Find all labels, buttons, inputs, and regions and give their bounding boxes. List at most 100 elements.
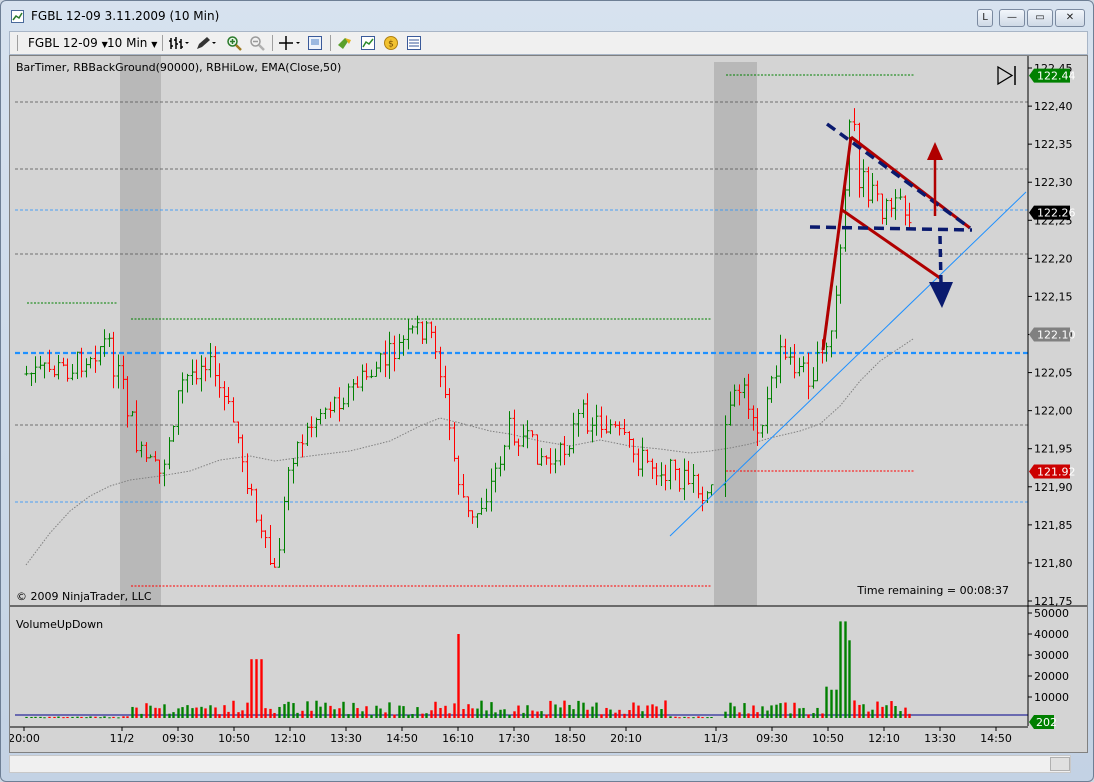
volume-bar [807, 714, 810, 718]
volume-current-label: 202 [1036, 716, 1057, 729]
chart-area[interactable]: BarTimer, RBBackGround(90000), RBHiLow, … [8, 55, 1088, 753]
volume-bar [853, 700, 856, 718]
time-axis: 20:00 11/2 09:30 10:50 12:10 13:30 14:50 16:10 1… [8, 727, 1012, 745]
volume-bar [862, 704, 865, 718]
volume-bar [641, 711, 644, 718]
volume-bar [218, 714, 221, 718]
volume-bar [76, 716, 79, 718]
volume-bar [347, 714, 350, 718]
volume-bar [375, 705, 378, 718]
price-tick-label: 122,00 [1034, 405, 1073, 418]
volume-bar [678, 717, 681, 719]
volume-bar [181, 707, 184, 718]
chart-svg[interactable]: BarTimer, RBBackGround(90000), RBHiLow, … [8, 56, 1087, 752]
volume-bar [379, 708, 382, 718]
volume-bar [517, 705, 520, 718]
link-button[interactable]: L [977, 9, 993, 27]
window-title: FGBL 12-09 3.11.2009 (10 Min) [31, 9, 220, 23]
volume-bar [163, 704, 166, 718]
volume-bar [904, 707, 907, 718]
volume-bar [687, 717, 690, 719]
volume-bar [674, 716, 677, 718]
volume-bar [361, 711, 364, 718]
pencil-icon[interactable] [195, 35, 217, 51]
zoom-in-icon[interactable] [226, 35, 242, 51]
volume-bar [384, 712, 387, 718]
price-tick-label: 122,40 [1034, 100, 1073, 113]
indicator-icon[interactable] [360, 35, 376, 51]
volume-bar [586, 709, 589, 718]
volume-bar [425, 713, 428, 718]
data-box-icon[interactable] [406, 35, 422, 51]
crosshair-icon[interactable] [278, 35, 302, 51]
volume-bar [559, 707, 562, 718]
maximize-button[interactable]: ▭ [1027, 9, 1053, 27]
volume-tick-label: 20000 [1034, 670, 1069, 683]
coin-icon[interactable]: $ [383, 35, 399, 51]
volume-bar [835, 689, 838, 718]
volume-bar [655, 706, 658, 718]
volume-bar [158, 708, 161, 718]
volume-bar [531, 710, 534, 718]
volume-bar [319, 706, 322, 718]
volume-bar [471, 708, 474, 718]
volume-bar [287, 701, 290, 718]
volume-bar [310, 710, 313, 718]
volume-bar [301, 710, 304, 718]
price-tick-label: 122,30 [1034, 176, 1073, 189]
volume-bar [899, 711, 902, 718]
toolbar-separator [272, 35, 273, 51]
status-bar [9, 753, 1086, 777]
volume-bar [103, 716, 106, 718]
strategy-icon[interactable] [337, 35, 353, 51]
volume-axis: 50000 40000 30000 20000 10000 [1028, 607, 1069, 704]
volume-bar [43, 717, 46, 719]
volume-bar [30, 716, 33, 718]
volume-bar [246, 702, 249, 718]
volume-bar [71, 716, 74, 718]
volume-bar [172, 712, 175, 718]
volume-bar [250, 659, 253, 718]
instrument-selector[interactable]: FGBL 12-09 ▼ [28, 35, 108, 51]
volume-bar [209, 705, 212, 718]
price-marker-label: 122.10 [1037, 329, 1076, 342]
volume-bar [577, 700, 580, 718]
volume-bar [25, 716, 28, 718]
title-bar[interactable]: FGBL 12-09 3.11.2009 (10 Min) L — ▭ ✕ [1, 1, 1093, 31]
volume-bar [126, 716, 129, 718]
volume-bar [572, 709, 575, 718]
minimize-button[interactable]: — [999, 9, 1025, 27]
chevron-down-icon: ▼ [151, 40, 158, 49]
zoom-out-icon[interactable] [249, 35, 265, 51]
volume-bar [269, 708, 272, 718]
volume-bar [692, 717, 695, 719]
volume-tick-label: 30000 [1034, 649, 1069, 662]
volume-bar [871, 709, 874, 718]
time-tick-label: 13:30 [330, 732, 362, 745]
volume-bar [393, 714, 396, 718]
volume-bar [830, 689, 833, 718]
volume-bar [605, 707, 608, 718]
bar-type-icon[interactable] [168, 35, 190, 51]
price-tick-label: 121,85 [1034, 519, 1073, 532]
volume-bar [623, 713, 626, 718]
properties-icon[interactable] [307, 35, 323, 51]
volume-bar [568, 704, 571, 718]
volume-bar [296, 712, 299, 718]
instrument-label: FGBL 12-09 [28, 36, 98, 50]
scrollbar-thumb[interactable] [1050, 757, 1070, 771]
volume-bar [186, 705, 189, 718]
time-tick-label: 10:50 [218, 732, 250, 745]
volume-bar [154, 707, 157, 718]
price-marker-label: 121.92 [1037, 466, 1076, 479]
volume-bar [876, 701, 879, 718]
price-marker-label: 122.44 [1037, 70, 1076, 83]
close-button[interactable]: ✕ [1055, 9, 1085, 27]
time-tick-label: 20:10 [610, 732, 642, 745]
copyright-label: © 2009 NinjaTrader, LLC [16, 590, 152, 603]
horizontal-scrollbar[interactable] [9, 755, 1071, 773]
interval-selector[interactable]: 10 Min ▼ [107, 35, 157, 51]
volume-bar [669, 716, 672, 718]
price-panel [10, 56, 1087, 606]
volume-bar [232, 700, 235, 718]
